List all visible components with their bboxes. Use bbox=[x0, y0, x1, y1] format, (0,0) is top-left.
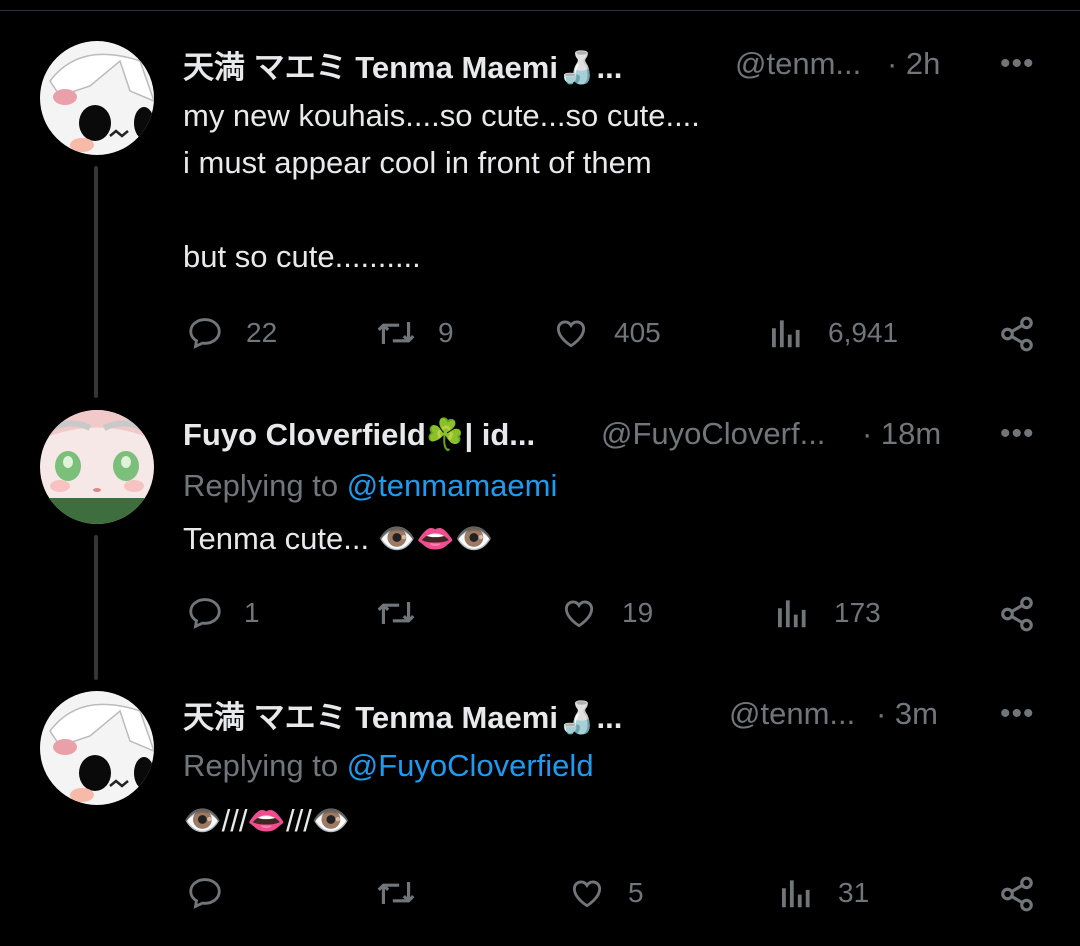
like-button[interactable]: 405 bbox=[552, 314, 661, 352]
replying-to: Replying to @FuyoCloverfield bbox=[183, 748, 594, 783]
handle[interactable]: @tenm... bbox=[729, 696, 855, 732]
views-count: 6,941 bbox=[828, 317, 899, 348]
views-button[interactable]: 6,941 bbox=[768, 314, 898, 352]
mention-link[interactable]: @tenmamaemi bbox=[347, 468, 558, 503]
retweet-button[interactable]: 9 bbox=[374, 314, 454, 352]
more-options-icon[interactable]: ••• bbox=[1000, 49, 1035, 79]
tweet-header: 天満 マエミ Tenma Maemi🍶... bbox=[183, 43, 622, 85]
thread-connector bbox=[94, 166, 98, 398]
timestamp[interactable]: · 3m bbox=[876, 696, 938, 732]
reply-count: 1 bbox=[244, 597, 260, 628]
avatar[interactable] bbox=[40, 691, 154, 805]
handle[interactable]: @tenm... bbox=[735, 46, 861, 82]
like-count: 19 bbox=[622, 597, 654, 628]
tweet-text: my new kouhais....so cute...so cute.... i… bbox=[183, 98, 700, 274]
more-options-icon[interactable]: ••• bbox=[1000, 419, 1035, 449]
like-icon bbox=[564, 600, 594, 628]
views-icon bbox=[778, 600, 806, 628]
reply-button[interactable]: 1 bbox=[186, 594, 260, 632]
reply-icon bbox=[189, 318, 221, 349]
avatar[interactable] bbox=[40, 410, 154, 524]
display-name[interactable]: 天満 マエミ Tenma Maemi🍶... bbox=[183, 692, 622, 737]
reply-icon bbox=[189, 598, 221, 629]
views-count: 173 bbox=[834, 597, 881, 628]
retweet-icon bbox=[377, 602, 415, 624]
handle[interactable]: @FuyoCloverf... bbox=[601, 416, 825, 452]
mention-link[interactable]: @FuyoCloverfield bbox=[347, 748, 594, 783]
retweet-icon bbox=[377, 882, 415, 904]
like-count: 405 bbox=[614, 317, 661, 348]
share-icon bbox=[1001, 596, 1033, 632]
views-button[interactable]: 31 bbox=[778, 874, 869, 912]
retweet-count: 9 bbox=[438, 317, 454, 348]
like-button[interactable]: 5 bbox=[568, 874, 644, 912]
top-divider bbox=[0, 10, 1080, 11]
retweet-button[interactable] bbox=[374, 874, 430, 912]
tweet-actions: 22 9 405 6,941 bbox=[0, 314, 1080, 354]
views-count: 31 bbox=[838, 877, 870, 908]
reply-button[interactable]: 22 bbox=[186, 314, 277, 352]
more-options-icon[interactable]: ••• bbox=[1000, 699, 1035, 729]
share-button[interactable] bbox=[998, 314, 1036, 354]
tweet-text: Tenma cute... 👁️👄👁️ bbox=[183, 521, 494, 556]
reply-count: 22 bbox=[246, 317, 278, 348]
tweet-header: 天満 マエミ Tenma Maemi🍶... bbox=[183, 693, 622, 735]
tweet-actions: 1 19 173 bbox=[0, 594, 1080, 634]
retweet-icon bbox=[377, 322, 415, 344]
share-button[interactable] bbox=[998, 874, 1036, 914]
tweet-text: 👁️///👄///👁️ bbox=[183, 803, 351, 838]
tweet-actions: 5 31 bbox=[0, 874, 1080, 914]
like-button[interactable]: 19 bbox=[560, 594, 653, 632]
display-name[interactable]: Fuyo Cloverfield☘️| id... bbox=[183, 416, 535, 453]
like-icon bbox=[556, 320, 586, 348]
timestamp[interactable]: · 18m bbox=[862, 416, 941, 452]
share-icon bbox=[1001, 876, 1033, 912]
like-icon bbox=[572, 880, 602, 908]
tweet-header: Fuyo Cloverfield☘️| id... bbox=[183, 413, 535, 455]
views-icon bbox=[772, 320, 800, 348]
share-icon bbox=[1001, 316, 1033, 352]
retweet-button[interactable] bbox=[374, 594, 430, 632]
like-count: 5 bbox=[628, 877, 644, 908]
timestamp[interactable]: · 2h bbox=[887, 46, 940, 82]
share-button[interactable] bbox=[998, 594, 1036, 634]
reply-icon bbox=[189, 878, 221, 909]
display-name[interactable]: 天満 マエミ Tenma Maemi🍶... bbox=[183, 42, 622, 87]
replying-to: Replying to @tenmamaemi bbox=[183, 468, 558, 503]
views-icon bbox=[782, 880, 810, 908]
avatar[interactable] bbox=[40, 41, 154, 155]
reply-button[interactable] bbox=[186, 874, 236, 912]
views-button[interactable]: 173 bbox=[774, 594, 881, 632]
